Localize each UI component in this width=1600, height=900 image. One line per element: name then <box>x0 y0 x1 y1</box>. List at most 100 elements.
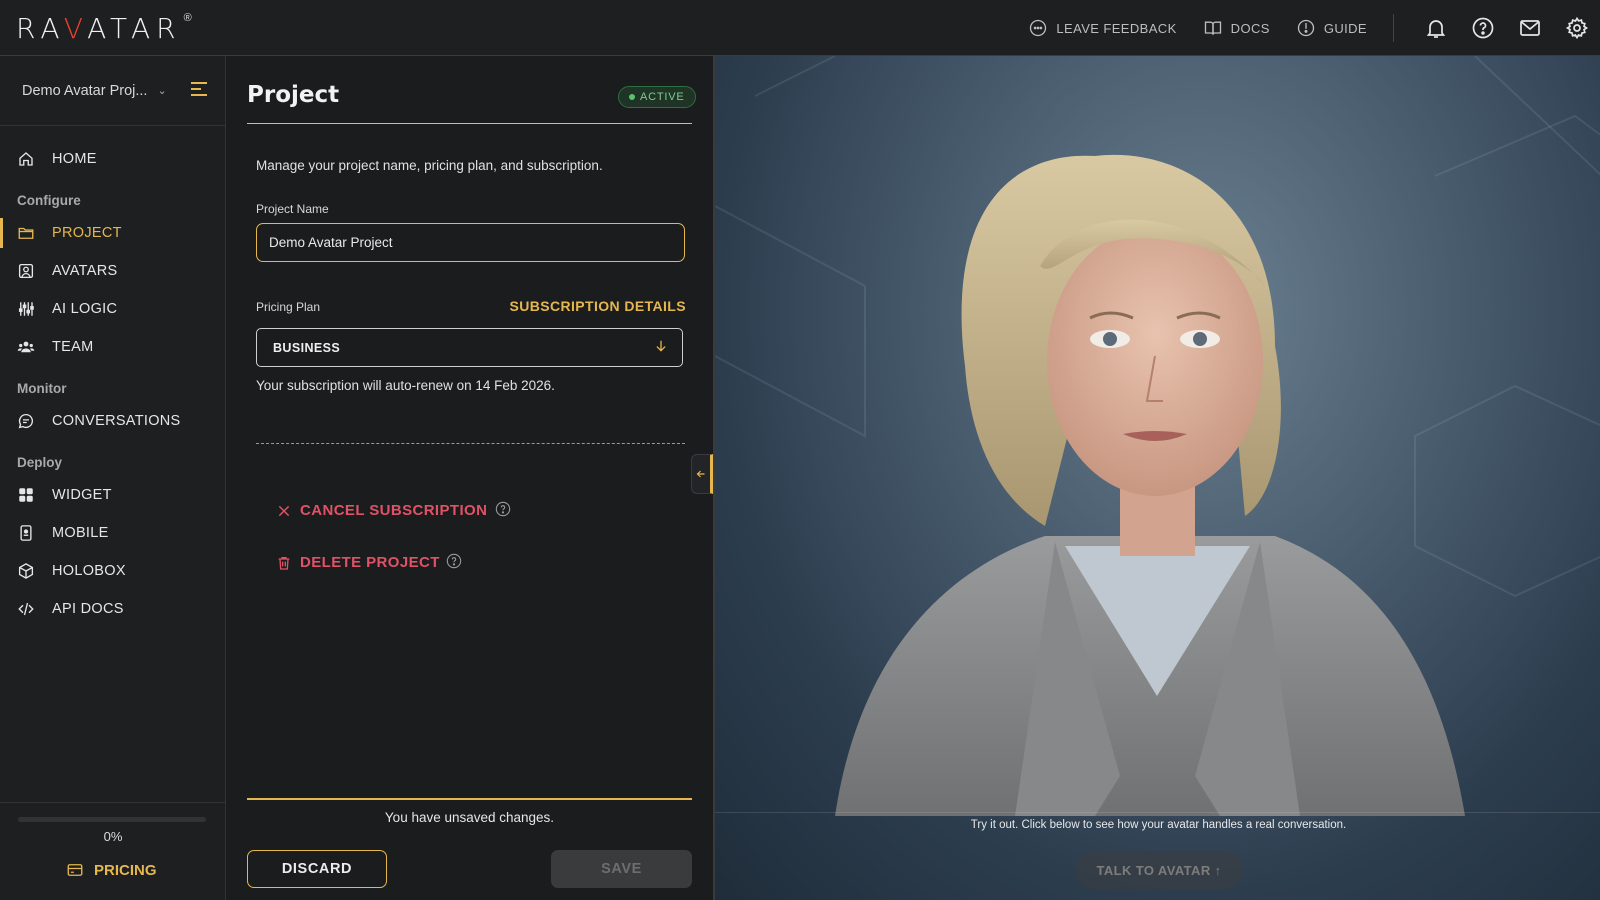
messages-button[interactable] <box>1506 0 1553 56</box>
collapse-panel-button[interactable] <box>691 454 713 494</box>
sidebar-item-label: API DOCS <box>52 601 124 617</box>
sidebar-item-widget[interactable]: WIDGET <box>0 476 225 514</box>
mail-icon <box>1519 20 1540 36</box>
docs-link[interactable]: DOCS <box>1203 18 1270 38</box>
sliders-icon <box>18 302 34 316</box>
help-icon <box>1472 17 1493 39</box>
save-button[interactable]: SAVE <box>551 850 692 888</box>
settings-button[interactable] <box>1553 0 1600 56</box>
delete-project-button[interactable]: DELETE PROJECT <box>276 554 440 571</box>
close-icon <box>278 505 290 516</box>
sidebar-item-label: MOBILE <box>52 525 109 541</box>
trash-icon <box>278 556 290 570</box>
sidebar-item-api-docs[interactable]: API DOCS <box>0 590 225 628</box>
unsaved-divider <box>247 798 692 800</box>
chevron-left-icon <box>696 470 705 478</box>
discard-button[interactable]: DISCARD <box>247 850 387 888</box>
avatar-figure <box>835 154 1465 816</box>
grid-icon <box>19 488 33 502</box>
unsaved-changes-notice: You have unsaved changes. <box>384 810 555 825</box>
sidebar-nav: HOME Configure PROJECT AVATARS AI LOGIC … <box>0 126 225 628</box>
team-icon <box>17 341 35 353</box>
title-divider <box>247 123 692 124</box>
sidebar-item-label: AVATARS <box>52 263 118 279</box>
cube-icon <box>18 563 34 579</box>
guide-link[interactable]: GUIDE <box>1296 18 1367 38</box>
status-badge-label: ACTIVE <box>640 91 685 103</box>
status-badge: ACTIVE <box>618 86 696 108</box>
question-icon[interactable] <box>446 553 462 569</box>
gear-icon <box>1565 16 1588 40</box>
book-icon <box>1204 21 1221 35</box>
delete-project-label: DELETE PROJECT <box>300 554 440 571</box>
sidebar-item-team[interactable]: TEAM <box>0 328 225 366</box>
sidebar-item-label: CONVERSATIONS <box>52 413 181 429</box>
project-name-input[interactable] <box>256 223 685 262</box>
sidebar-item-project[interactable]: PROJECT <box>0 214 225 252</box>
setup-progress-bar <box>18 817 206 822</box>
sidebar: Demo Avatar Proj... ⌄ HOME Configure PRO… <box>0 56 226 900</box>
logo-wordmark: RAVATAR <box>16 11 182 45</box>
pricing-plan-value: BUSINESS <box>273 340 341 355</box>
home-icon <box>19 152 33 166</box>
card-icon <box>67 864 83 876</box>
code-icon <box>18 602 34 616</box>
sidebar-footer: 0% PRICING <box>0 802 226 900</box>
ravatar-logo[interactable]: RAVATAR ® <box>16 6 192 50</box>
sidebar-item-label: HOME <box>52 151 97 167</box>
project-selector-label: Demo Avatar Proj... <box>22 82 148 99</box>
folder-icon <box>18 227 34 239</box>
sidebar-item-label: PROJECT <box>52 225 122 241</box>
project-selector[interactable]: Demo Avatar Proj... ⌄ <box>0 56 225 126</box>
page-title: Project <box>247 82 340 108</box>
avatar-icon <box>18 263 34 279</box>
bell-icon <box>1426 20 1445 38</box>
top-actions: LEAVE FEEDBACK DOCS GUIDE <box>1028 0 1600 56</box>
setup-progress-label: 0% <box>103 829 123 844</box>
leave-feedback-link[interactable]: LEAVE FEEDBACK <box>1028 18 1176 38</box>
status-dot <box>629 94 635 100</box>
sidebar-item-label: TEAM <box>52 339 94 355</box>
project-name-label: Project Name <box>256 202 329 216</box>
cancel-subscription-label: CANCEL SUBSCRIPTION <box>300 502 488 519</box>
pricing-plan-label: Pricing Plan <box>256 300 321 314</box>
sidebar-item-label: AI LOGIC <box>52 301 118 317</box>
section-divider <box>256 443 685 444</box>
logo-registered-mark: ® <box>183 12 192 24</box>
preview-divider <box>715 812 1600 813</box>
top-bar: RAVATAR ® LEAVE FEEDBACK DOCS GUIDE <box>0 0 1600 56</box>
subscription-details-link[interactable]: SUBSCRIPTION DETAILS <box>509 298 686 314</box>
arrow-down-icon <box>656 340 666 352</box>
sidebar-item-holobox[interactable]: HOLOBOX <box>0 552 225 590</box>
menu-icon[interactable] <box>191 82 207 100</box>
renewal-notice: Your subscription will auto-renew on 14 … <box>256 378 555 393</box>
cancel-subscription-button[interactable]: CANCEL SUBSCRIPTION <box>276 502 487 519</box>
section-deploy: Deploy <box>17 455 63 470</box>
section-monitor: Monitor <box>17 381 67 396</box>
sidebar-item-label: WIDGET <box>52 487 112 503</box>
pricing-label: PRICING <box>94 861 157 879</box>
pricing-link[interactable]: PRICING <box>66 861 157 879</box>
avatar-scene <box>715 56 1600 816</box>
sidebar-item-avatars[interactable]: AVATARS <box>0 252 225 290</box>
preview-hint: Try it out. Click below to see how your … <box>970 819 1347 831</box>
chevron-down-icon: ⌄ <box>157 85 167 97</box>
help-button[interactable] <box>1459 0 1506 56</box>
section-configure: Configure <box>17 193 81 208</box>
pricing-plan-select[interactable]: BUSINESS <box>256 328 683 367</box>
sidebar-item-mobile[interactable]: MOBILE <box>0 514 225 552</box>
top-divider <box>1393 14 1394 42</box>
avatar-preview: Try it out. Click below to see how your … <box>713 56 1600 900</box>
sidebar-item-home[interactable]: HOME <box>0 140 225 178</box>
notifications-button[interactable] <box>1412 0 1459 56</box>
docs-label: DOCS <box>1230 20 1270 36</box>
sidebar-item-ai-logic[interactable]: AI LOGIC <box>0 290 225 328</box>
chat-icon <box>18 413 34 429</box>
sidebar-item-conversations[interactable]: CONVERSATIONS <box>0 402 225 440</box>
mobile-icon <box>20 525 32 541</box>
leave-feedback-label: LEAVE FEEDBACK <box>1056 20 1177 36</box>
talk-to-avatar-button[interactable]: TALK TO AVATAR ↑ <box>1075 851 1243 889</box>
project-panel: Project ACTIVE Manage your project name,… <box>226 56 713 900</box>
guide-label: GUIDE <box>1323 20 1367 36</box>
question-icon[interactable] <box>495 501 511 517</box>
